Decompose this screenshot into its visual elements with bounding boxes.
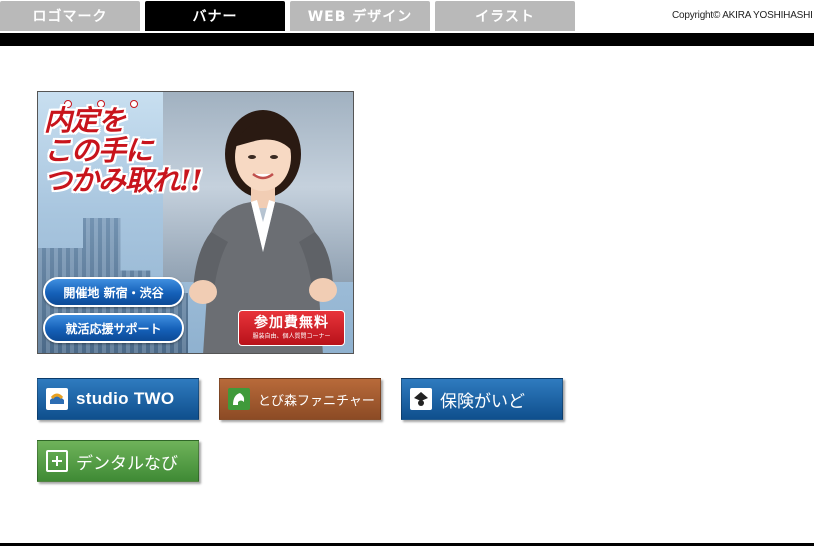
fee-label: 参加費無料 (254, 315, 329, 331)
tab-web-design[interactable]: WEB デザイン (290, 1, 430, 31)
copyright-text: Copyright© AKIRA YOSHIHASHI (672, 10, 813, 21)
support-pill: 就活応援サポート (43, 313, 184, 343)
footer-divider (0, 543, 814, 546)
nav-underline-bar (0, 33, 814, 46)
tab-illustration[interactable]: イラスト (435, 1, 575, 31)
free-entry-badge: 参加費無料 服装自由、個人質問コーナー (238, 310, 345, 346)
top-nav: ロゴマーク バナー WEB デザイン イラスト Copyright© AKIRA… (0, 0, 814, 46)
shield-figure-icon (410, 388, 432, 410)
dental-plus-icon (46, 450, 68, 472)
studio-two-label: studio TWO (76, 389, 175, 408)
venue-pill: 開催地 新宿・渋谷 (43, 277, 184, 307)
studio-two-banner[interactable]: studio TWO (37, 378, 199, 420)
recruit-seminar-banner[interactable]: 内定を この手に つかみ取れ!! 開催地 新宿・渋谷 就活応援サポート 参加費無… (37, 91, 354, 354)
tobimori-furniture-label: とび森ファニチャー (258, 393, 375, 409)
dental-navi-banner[interactable]: デンタルなび (37, 440, 199, 482)
hoken-guide-label: 保険がいど (440, 391, 525, 412)
tab-banner[interactable]: バナー (145, 1, 285, 31)
tobimori-furniture-banner[interactable]: とび森ファニチャー (219, 378, 381, 420)
leaf-animal-icon (228, 388, 250, 410)
studio-two-logo-icon (46, 388, 68, 410)
tab-logo-mark[interactable]: ロゴマーク (0, 1, 140, 31)
dental-navi-label: デンタルなび (76, 453, 178, 474)
hoken-guide-banner[interactable]: 保険がいど (401, 378, 563, 420)
fee-note: 服装自由、個人質問コーナー (252, 333, 331, 340)
banner-headline: 内定を この手に つかみ取れ!! (44, 104, 203, 197)
